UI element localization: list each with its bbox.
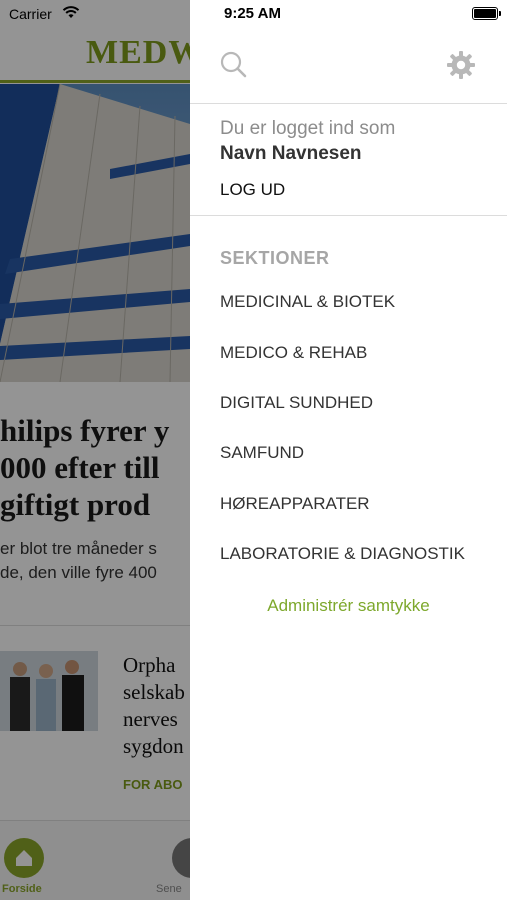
- divider: [190, 103, 507, 104]
- sections-heading: SEKTIONER: [220, 248, 330, 268]
- battery-icon: [472, 7, 501, 20]
- section-item-digital-sundhed[interactable]: DIGITAL SUNDHED: [220, 393, 373, 413]
- status-time: 9:25 AM: [224, 5, 281, 22]
- logout-button[interactable]: LOG UD: [220, 180, 285, 200]
- section-item-hoereapparater[interactable]: HØREAPPARATER: [220, 494, 370, 514]
- section-item-medico-rehab[interactable]: MEDICO & REHAB: [220, 343, 367, 363]
- settings-button[interactable]: [445, 49, 477, 81]
- logged-in-label: Du er logget ind som: [220, 118, 396, 139]
- section-item-samfund[interactable]: SAMFUND: [220, 443, 304, 463]
- section-item-medicinal-biotek[interactable]: MEDICINAL & BIOTEK: [220, 292, 395, 312]
- side-drawer: 9:25 AM Du er logget ind som Navn Navnes…: [190, 0, 507, 900]
- divider: [190, 215, 507, 216]
- search-button[interactable]: [218, 49, 250, 81]
- user-name: Navn Navnesen: [220, 143, 362, 164]
- search-icon: [220, 51, 247, 78]
- gear-icon: [447, 51, 475, 79]
- drawer-scrim[interactable]: [0, 0, 190, 900]
- section-item-laboratorie-diagnostik[interactable]: LABORATORIE & DIAGNOSTIK: [220, 544, 465, 564]
- manage-consent-link[interactable]: Administrér samtykke: [190, 596, 507, 616]
